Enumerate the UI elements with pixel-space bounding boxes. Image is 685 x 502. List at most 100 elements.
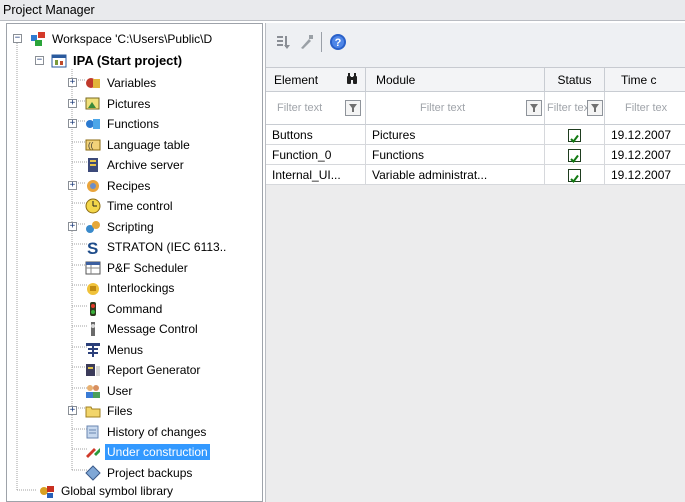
tree-item-global-symbol-library[interactable]: Global symbol library bbox=[39, 481, 175, 501]
tree-expand-toggle-7[interactable]: + bbox=[68, 222, 77, 231]
project-backups-icon bbox=[85, 465, 101, 481]
project-icon bbox=[51, 53, 67, 69]
cell-status[interactable] bbox=[545, 125, 605, 145]
column-header-status[interactable]: Status bbox=[545, 68, 605, 92]
column-header-module-label: Module bbox=[376, 72, 416, 87]
archive-server-icon bbox=[85, 157, 101, 173]
tree-item-language-table[interactable]: ((Language table bbox=[85, 135, 192, 155]
tree-item-scheduler[interactable]: P&F Scheduler bbox=[85, 258, 190, 278]
filter-module-placeholder: Filter text bbox=[420, 102, 466, 114]
menus-icon bbox=[85, 342, 101, 358]
global-symbol-library-label: Global symbol library bbox=[61, 484, 174, 498]
tree-item-straton[interactable]: S STRATON (IEC 6113.. bbox=[85, 237, 228, 258]
column-header-time[interactable]: Time c bbox=[605, 68, 685, 92]
variables-icon bbox=[85, 75, 101, 91]
element-grid[interactable]: Element Module Status Time c Filter text… bbox=[266, 68, 685, 502]
status-checkbox[interactable] bbox=[568, 169, 581, 184]
interlockings-icon bbox=[85, 280, 101, 296]
tree-item-label: User bbox=[107, 384, 133, 398]
history-icon bbox=[85, 424, 101, 440]
project-label: IPA (Start project) bbox=[73, 53, 183, 68]
svg-text:S: S bbox=[87, 239, 98, 255]
files-icon bbox=[85, 403, 101, 419]
tree-item-files[interactable]: Files bbox=[85, 401, 134, 421]
tree-expand-toggle-0[interactable]: + bbox=[68, 78, 77, 87]
tree-item-label: History of changes bbox=[107, 425, 207, 439]
filter-status-placeholder: Filter text bbox=[547, 102, 593, 114]
sort-icon[interactable] bbox=[274, 32, 294, 52]
tree-expand-toggle-2[interactable]: + bbox=[68, 119, 77, 128]
cell-time[interactable]: 19.12.2007 bbox=[605, 125, 685, 145]
tree-item-under-construction[interactable]: Under construction bbox=[85, 442, 210, 462]
detail-panel: ? Element Module Status Time c Filter te… bbox=[265, 23, 685, 502]
panel-title: Project Manager bbox=[0, 0, 685, 21]
cell-element[interactable]: Internal_UI... bbox=[266, 165, 366, 185]
workspace-icon bbox=[30, 31, 46, 47]
column-header-module[interactable]: Module bbox=[366, 68, 545, 92]
tree-item-label: Files bbox=[107, 404, 133, 418]
tree-item-interlockings[interactable]: Interlockings bbox=[85, 278, 176, 298]
workspace-label: Workspace 'C:\Users\Public\D bbox=[52, 32, 213, 46]
filter-element[interactable]: Filter text bbox=[266, 92, 366, 125]
tree-item-recipes[interactable]: Recipes bbox=[85, 176, 152, 196]
tree-item-scripting[interactable]: Scripting bbox=[85, 217, 156, 237]
tree-item-project-backups[interactable]: Project backups bbox=[85, 463, 194, 483]
message-control-icon bbox=[85, 321, 101, 337]
filter-module-funnel-icon[interactable] bbox=[526, 100, 542, 116]
tree-expand-toggle-5[interactable]: + bbox=[68, 181, 77, 190]
tree-item-history[interactable]: History of changes bbox=[85, 422, 208, 442]
properties-icon[interactable] bbox=[297, 32, 317, 52]
cell-time[interactable]: 19.12.2007 bbox=[605, 165, 685, 185]
cell-status[interactable] bbox=[545, 145, 605, 165]
filter-status[interactable]: Filter text bbox=[545, 92, 605, 125]
filter-module[interactable]: Filter text bbox=[366, 92, 545, 125]
tree-item-functions[interactable]: Functions bbox=[85, 114, 161, 134]
tree-item-user[interactable]: User bbox=[85, 381, 134, 401]
detail-toolbar: ? bbox=[266, 23, 685, 68]
cell-module[interactable]: Variable administrat... bbox=[366, 165, 545, 185]
status-checkbox[interactable] bbox=[568, 149, 581, 164]
cell-module[interactable]: Pictures bbox=[366, 125, 545, 145]
workspace-collapse-toggle[interactable]: − bbox=[13, 34, 22, 43]
tree-item-time-control[interactable]: Time control bbox=[85, 196, 175, 216]
tree-item-command[interactable]: Command bbox=[85, 299, 164, 319]
project-collapse-toggle[interactable]: − bbox=[35, 56, 44, 65]
tree-item-label: Functions bbox=[107, 117, 160, 131]
pictures-icon bbox=[85, 96, 101, 112]
svg-text:?: ? bbox=[335, 37, 342, 49]
help-icon[interactable]: ? bbox=[328, 32, 348, 52]
tree-item-menus[interactable]: Menus bbox=[85, 340, 145, 360]
tree-item-project[interactable]: IPA (Start project) bbox=[51, 51, 184, 71]
project-tree[interactable]: − Workspace 'C:\Users\Public\D − IPA (St… bbox=[6, 23, 263, 502]
filter-time[interactable]: Filter tex bbox=[605, 92, 685, 125]
binoculars-icon[interactable] bbox=[346, 72, 358, 89]
tree-item-workspace[interactable]: Workspace 'C:\Users\Public\D bbox=[30, 29, 214, 49]
cell-element[interactable]: Buttons bbox=[266, 125, 366, 145]
cell-element[interactable]: Function_0 bbox=[266, 145, 366, 165]
filter-status-funnel-icon[interactable] bbox=[587, 100, 603, 116]
column-header-element[interactable]: Element bbox=[266, 68, 366, 92]
tree-item-archive-server[interactable]: Archive server bbox=[85, 155, 186, 175]
tree-item-variables[interactable]: Variables bbox=[85, 73, 158, 93]
tree-expand-toggle-16[interactable]: + bbox=[68, 406, 77, 415]
cell-status[interactable] bbox=[545, 165, 605, 185]
tree-item-report-generator[interactable]: Report Generator bbox=[85, 360, 202, 380]
tree-item-message-control[interactable]: Message Control bbox=[85, 319, 200, 339]
under-construction-icon bbox=[85, 444, 101, 460]
toolbar-separator bbox=[321, 32, 322, 52]
filter-element-funnel-icon[interactable] bbox=[345, 100, 361, 116]
tree-item-label: Command bbox=[107, 302, 163, 316]
tree-item-pictures[interactable]: Pictures bbox=[85, 94, 152, 114]
status-checkbox[interactable] bbox=[568, 129, 581, 144]
tree-item-label: Menus bbox=[107, 343, 144, 357]
tree-item-label: P&F Scheduler bbox=[107, 261, 188, 275]
cell-module[interactable]: Functions bbox=[366, 145, 545, 165]
tree-item-label: Interlockings bbox=[107, 281, 175, 295]
cell-time[interactable]: 19.12.2007 bbox=[605, 145, 685, 165]
report-generator-icon bbox=[85, 362, 101, 378]
filter-time-placeholder: Filter tex bbox=[625, 102, 668, 114]
tree-item-label: Report Generator bbox=[107, 363, 201, 377]
tree-expand-toggle-1[interactable]: + bbox=[68, 99, 77, 108]
user-icon bbox=[85, 383, 101, 399]
scripting-icon bbox=[85, 219, 101, 235]
